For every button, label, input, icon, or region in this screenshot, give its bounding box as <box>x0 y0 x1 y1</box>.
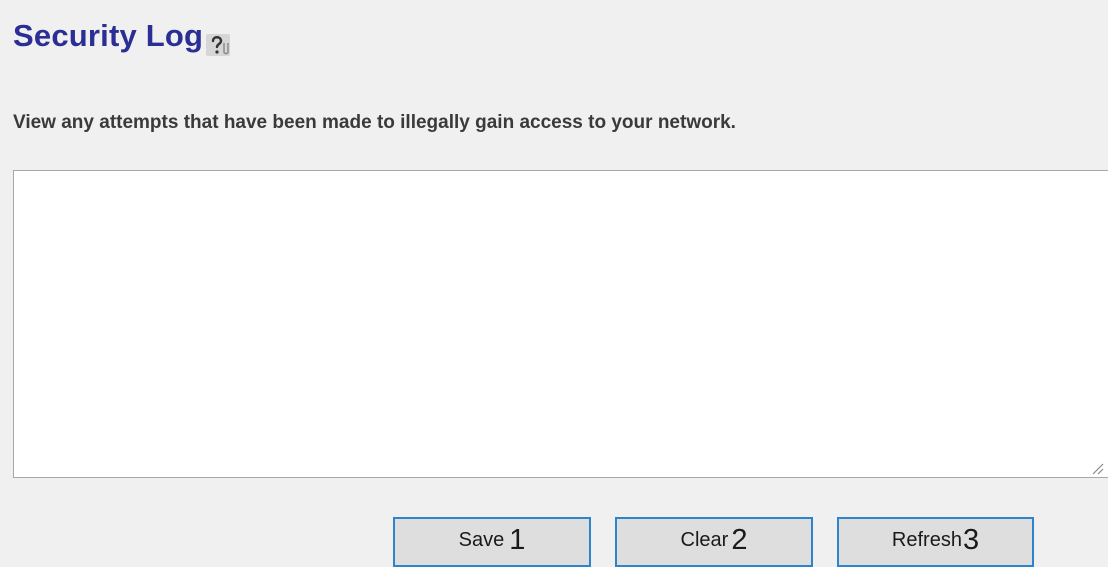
page-description: View any attempts that have been made to… <box>13 112 736 133</box>
page-title: Security Log <box>13 18 232 56</box>
save-button[interactable]: Save 1 <box>393 517 591 567</box>
clear-button[interactable]: Clear 2 <box>615 517 813 567</box>
security-log-textarea[interactable] <box>13 170 1108 478</box>
clear-button-number: 2 <box>731 524 748 556</box>
clear-button-label: Clear <box>680 529 729 551</box>
save-button-number: 1 <box>509 524 526 556</box>
refresh-button[interactable]: Refresh 3 <box>837 517 1034 567</box>
refresh-button-number: 3 <box>962 524 980 556</box>
page-title-text: Security Log <box>13 18 204 53</box>
refresh-button-label: Refresh <box>891 529 962 551</box>
save-button-label: Save <box>458 529 505 551</box>
help-icon[interactable] <box>204 30 232 58</box>
